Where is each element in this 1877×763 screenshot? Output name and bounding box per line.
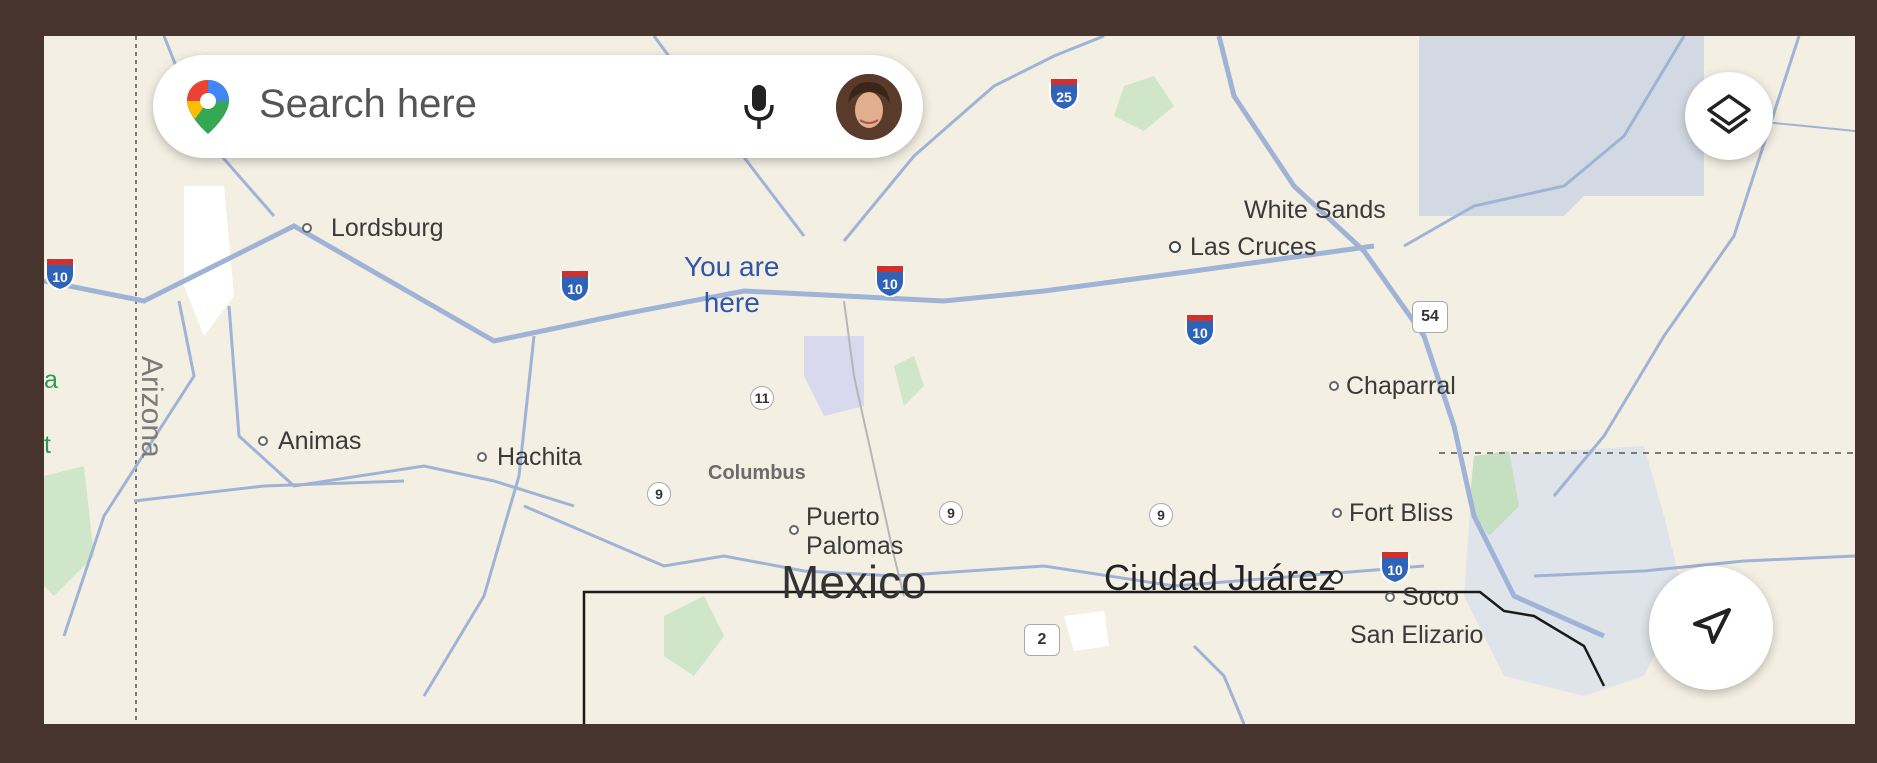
road — [133, 479, 405, 503]
park-area — [1114, 76, 1174, 131]
interstate-shield-icon: 10 — [1185, 314, 1215, 346]
route-shield: 9 — [647, 482, 671, 506]
place-label-chaparral: Chaparral — [1346, 372, 1456, 400]
svg-text:10: 10 — [1387, 562, 1403, 578]
place-label-white-sands: White Sands — [1244, 196, 1386, 224]
road — [422, 335, 536, 697]
edge-label: t — [44, 431, 51, 459]
place-label-ciudad-juarez: Ciudad Juárez — [1104, 557, 1337, 598]
svg-text:10: 10 — [567, 281, 583, 297]
route-shield: 9 — [1149, 503, 1173, 527]
avatar[interactable] — [836, 74, 902, 140]
svg-text:25: 25 — [1056, 89, 1072, 105]
route-shield: 11 — [750, 386, 774, 410]
google-maps-pin-icon — [187, 80, 229, 134]
place-label-hachita: Hachita — [497, 443, 582, 471]
navigation-arrow-icon — [1693, 608, 1731, 644]
my-location-button[interactable] — [1649, 566, 1773, 690]
you-are-here-label: You are here — [684, 251, 780, 318]
interstate-shield-icon: 10 — [875, 265, 905, 297]
interstate-shield-icon: 10 — [1380, 551, 1410, 583]
interstate-shield-icon: 10 — [45, 258, 75, 290]
park-area — [894, 356, 924, 406]
white-sands-area — [1419, 36, 1704, 216]
us-route-shield: 2 — [1024, 624, 1060, 656]
place-label-lordsburg: Lordsburg — [331, 214, 444, 242]
mic-icon[interactable] — [741, 83, 777, 131]
town-dot — [1329, 381, 1339, 391]
place-label-san-elizario: San Elizario — [1350, 621, 1484, 649]
interstate-shield-icon: 10 — [560, 270, 590, 302]
place-label-puerto-palomas: Puerto Palomas — [806, 503, 904, 560]
place-label-fort-bliss: Fort Bliss — [1349, 499, 1454, 527]
us-route-shield: 54 — [1412, 301, 1448, 333]
town-dot — [1169, 241, 1181, 253]
search-input[interactable]: Search here — [259, 82, 477, 127]
avatar-image — [836, 74, 902, 140]
town-dot — [302, 223, 312, 233]
place-label-socorro: Soco — [1402, 583, 1459, 611]
search-bar[interactable]: Search here — [153, 55, 923, 158]
town-dot — [1385, 592, 1395, 602]
interstate-shield-icon: 25 — [1049, 78, 1079, 110]
route-shield: 9 — [939, 501, 963, 525]
town-dot — [1332, 508, 1342, 518]
park-area — [44, 466, 94, 596]
svg-text:10: 10 — [1192, 325, 1208, 341]
place-label-animas: Animas — [278, 427, 362, 455]
layers-icon — [1707, 94, 1751, 134]
svg-text:10: 10 — [52, 269, 68, 285]
park-area — [664, 596, 724, 676]
country-label-mexico: Mexico — [781, 556, 927, 608]
town-dot — [258, 436, 268, 446]
town-dot — [789, 525, 799, 535]
layers-button[interactable] — [1685, 72, 1773, 160]
edge-label: a — [44, 366, 58, 394]
road — [1192, 644, 1246, 724]
app-frame: Lordsburg Animas Hachita Columbus Puerto… — [0, 0, 1877, 763]
salt-flat — [1064, 611, 1109, 651]
place-label-las-cruces: Las Cruces — [1190, 233, 1317, 261]
place-label-columbus: Columbus — [708, 462, 806, 484]
svg-text:10: 10 — [882, 276, 898, 292]
town-dot — [477, 452, 487, 462]
state-label-arizona: Arizona — [135, 356, 168, 458]
